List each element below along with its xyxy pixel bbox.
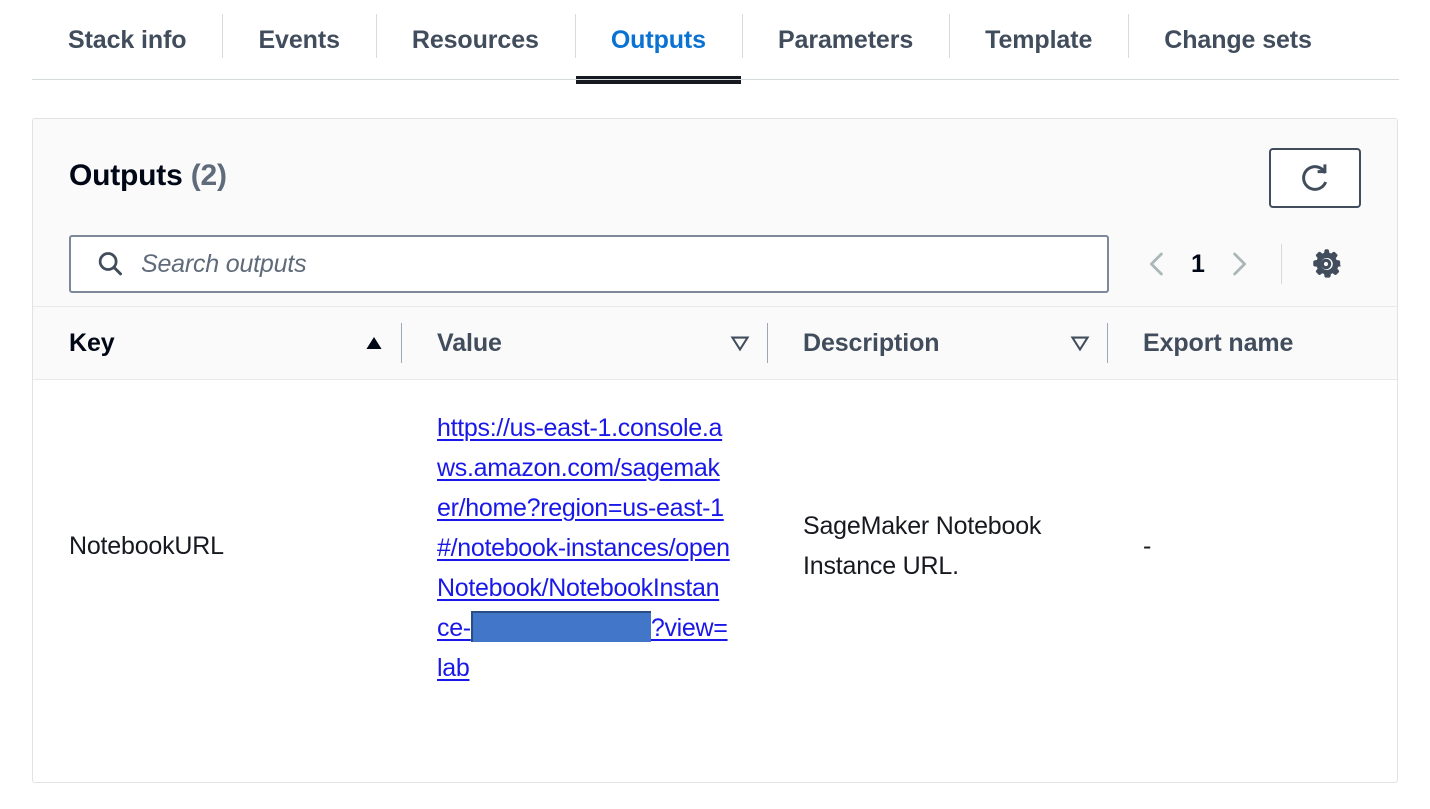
cell-key: NotebookURL: [33, 380, 401, 713]
tab-template[interactable]: Template: [949, 0, 1128, 80]
panel-item-count: (2): [191, 159, 227, 192]
table-header-row: Key Value: [33, 307, 1398, 380]
column-header-description[interactable]: Description: [767, 307, 1107, 380]
column-label: Description: [803, 329, 939, 358]
tab-label: Change sets: [1164, 26, 1312, 55]
column-header-export-name[interactable]: Export name: [1107, 307, 1398, 380]
search-icon: [95, 249, 125, 279]
tab-label: Stack info: [68, 26, 186, 55]
redaction-block: [471, 611, 651, 642]
column-header-key[interactable]: Key: [33, 307, 401, 380]
column-label: Export name: [1143, 329, 1293, 358]
sort-indicator-description[interactable]: [1067, 330, 1093, 356]
gear-icon: [1309, 247, 1343, 281]
pagination-prev-button[interactable]: [1133, 240, 1181, 288]
tab-stack-info[interactable]: Stack info: [32, 0, 222, 80]
preferences-button[interactable]: [1304, 242, 1348, 286]
output-key-text: NotebookURL: [33, 502, 401, 590]
toolbar-divider: [1281, 244, 1282, 284]
sort-indicator-value[interactable]: [727, 330, 753, 356]
column-label: Key: [69, 329, 115, 358]
tab-label: Template: [985, 26, 1092, 55]
sort-indicator-key[interactable]: [361, 330, 387, 356]
column-header-value[interactable]: Value: [401, 307, 767, 380]
outputs-panel: Outputs (2) Search outputs: [32, 118, 1398, 783]
tab-parameters[interactable]: Parameters: [742, 0, 949, 80]
outputs-panel-header: Outputs (2) Search outputs: [33, 119, 1397, 307]
output-export-name-text: -: [1107, 502, 1398, 590]
url-part-1: https://us-east-1.console.aws.amazon.com…: [437, 414, 730, 642]
tab-label: Events: [258, 26, 339, 55]
panel-title-text: Outputs: [69, 159, 183, 192]
outputs-toolbar: Search outputs 1: [69, 235, 1361, 293]
tab-outputs[interactable]: Outputs: [575, 0, 742, 80]
refresh-button[interactable]: [1269, 148, 1361, 208]
search-placeholder: Search outputs: [141, 250, 306, 279]
pagination: 1: [1133, 235, 1348, 293]
tab-label: Resources: [412, 26, 539, 55]
cell-description: SageMaker Notebook Instance URL.: [767, 380, 1107, 713]
cell-export-name: -: [1107, 380, 1398, 713]
tab-resources[interactable]: Resources: [376, 0, 575, 80]
output-value-link[interactable]: https://us-east-1.console.aws.amazon.com…: [437, 414, 730, 682]
tab-events[interactable]: Events: [222, 0, 375, 80]
page-title: Outputs (2): [69, 159, 227, 193]
stack-detail-tabs: Stack info Events Resources Outputs Para…: [32, 0, 1398, 80]
triangle-up-filled-icon: [361, 330, 387, 356]
column-label: Value: [437, 329, 502, 358]
output-description-text: SageMaker Notebook Instance URL.: [767, 482, 1107, 610]
triangle-down-outline-icon: [1067, 330, 1093, 356]
tab-label: Parameters: [778, 26, 913, 55]
search-input[interactable]: Search outputs: [69, 235, 1109, 293]
outputs-table: Key Value: [33, 307, 1398, 712]
refresh-icon: [1298, 161, 1332, 195]
cell-value: https://us-east-1.console.aws.amazon.com…: [401, 380, 767, 713]
tab-label: Outputs: [611, 26, 706, 55]
pagination-next-button[interactable]: [1215, 240, 1263, 288]
chevron-left-icon: [1142, 249, 1172, 279]
output-value: https://us-east-1.console.aws.amazon.com…: [401, 380, 767, 712]
chevron-right-icon: [1224, 249, 1254, 279]
triangle-down-outline-icon: [727, 330, 753, 356]
tab-change-sets[interactable]: Change sets: [1128, 0, 1348, 80]
pagination-page-1[interactable]: 1: [1181, 250, 1215, 279]
table-row: NotebookURL https://us-east-1.console.aw…: [33, 380, 1398, 713]
